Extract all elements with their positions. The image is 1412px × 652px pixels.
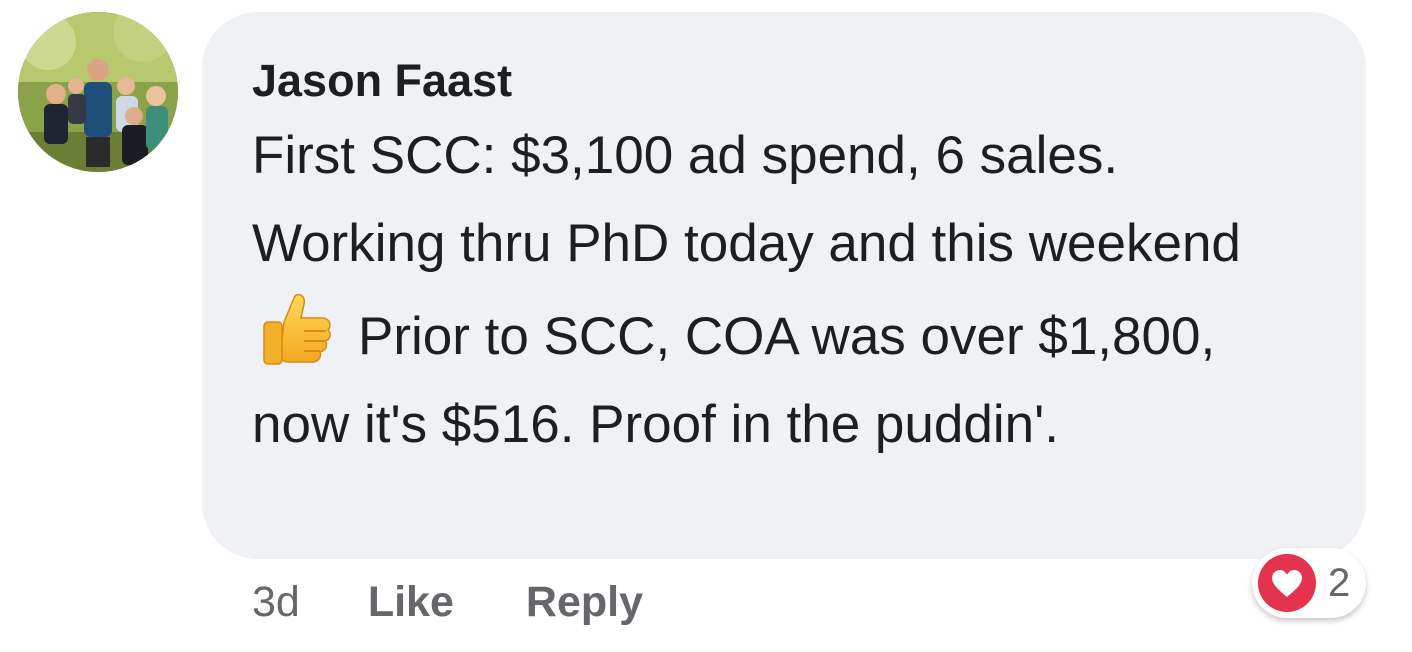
comment-author[interactable]: Jason Faast: [252, 52, 1326, 110]
profile-photo: [18, 12, 178, 172]
comment-bubble: Jason Faast First SCC: $3,100 ad spend, …: [202, 12, 1366, 559]
reactions-badge[interactable]: 2: [1252, 548, 1366, 618]
reply-button[interactable]: Reply: [526, 578, 643, 627]
comment-timestamp[interactable]: 3d: [252, 578, 300, 627]
avatar[interactable]: [18, 12, 178, 172]
reaction-count: 2: [1328, 560, 1351, 605]
comment-text-part2: Prior to SCC, COA was over $1,800, now i…: [252, 307, 1216, 454]
like-button[interactable]: Like: [368, 578, 454, 627]
comment-text: First SCC: $3,100 ad spend, 6 sales. Wor…: [252, 112, 1326, 469]
love-reaction-icon: [1258, 554, 1316, 612]
comment-actions: 3d Like Reply: [252, 574, 643, 630]
comment-text-part1: First SCC: $3,100 ad spend, 6 sales. Wor…: [252, 126, 1241, 273]
thumbs-up-icon: [254, 288, 336, 370]
